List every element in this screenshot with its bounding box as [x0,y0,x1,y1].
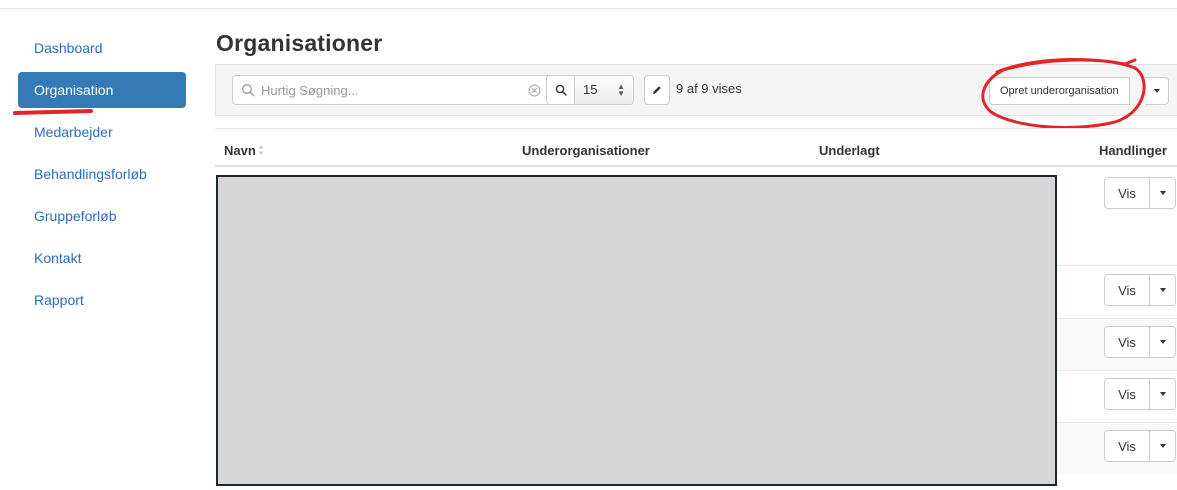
select-arrows-icon: ▲ ▼ [617,82,625,98]
sidebar-nav: Dashboard Organisation Medarbejder Behan… [18,30,186,324]
row-actions-dropdown[interactable] [1150,274,1176,306]
page-size-value: 15 [583,82,598,97]
search-icon [555,84,567,96]
row-actions-dropdown[interactable] [1150,326,1176,358]
vis-button[interactable]: Vis [1104,378,1150,410]
row-divider [1055,422,1177,423]
row-actions-dropdown[interactable] [1150,177,1176,209]
caret-down-icon [1159,191,1166,195]
sidebar-item-kontakt[interactable]: Kontakt [18,240,186,276]
edit-columns-button[interactable] [644,75,670,105]
row-actions: Vis [1104,378,1176,410]
page-title: Organisationer [216,30,383,56]
sidebar-item-gruppeforloeb[interactable]: Gruppeforløb [18,198,186,234]
redacted-table-content [216,175,1057,486]
vis-button[interactable]: Vis [1104,326,1150,358]
vis-button[interactable]: Vis [1104,430,1150,462]
search-icon [242,84,255,97]
column-header-navn[interactable]: Navn [224,143,264,158]
column-header-handlinger: Handlinger [1099,143,1167,158]
row-actions-dropdown[interactable] [1150,430,1176,462]
sidebar-item-dashboard[interactable]: Dashboard [18,30,186,66]
sort-icon [258,145,264,155]
clear-search-icon[interactable] [528,84,541,97]
top-divider [0,8,1177,9]
sidebar-item-behandlingsforloeb[interactable]: Behandlingsforløb [18,156,186,192]
caret-down-icon [1159,444,1166,448]
row-divider [1055,265,1177,266]
row-actions: Vis [1104,274,1176,306]
search-input[interactable] [259,80,519,100]
row-divider [1055,370,1177,371]
row-actions-dropdown[interactable] [1150,378,1176,410]
create-options-dropdown[interactable] [1145,77,1169,105]
caret-down-icon [1159,288,1166,292]
page-size-select[interactable]: 15 ▲ ▼ [575,76,633,104]
sidebar-item-rapport[interactable]: Rapport [18,282,186,318]
sidebar-item-medarbejder[interactable]: Medarbejder [18,114,186,150]
create-suborganisation-button[interactable]: Opret underorganisation [989,77,1130,105]
column-header-underorganisationer: Underorganisationer [522,143,650,158]
caret-down-icon [1159,392,1166,396]
column-header-underlagt: Underlagt [819,143,880,158]
row-actions: Vis [1104,326,1176,358]
row-actions: Vis [1104,177,1176,209]
table-toolbar: 15 ▲▼ 9 af 9 vises Opret underorganisati… [215,64,1177,116]
result-count: 9 af 9 vises [676,81,742,96]
vis-button[interactable]: Vis [1104,274,1150,306]
page-size-group: 15 ▲ ▼ [546,75,634,105]
caret-down-icon [1153,89,1160,93]
caret-down-icon [1159,340,1166,344]
row-actions: Vis [1104,430,1176,462]
row-divider [1055,318,1177,319]
vis-button[interactable]: Vis [1104,177,1150,209]
pencil-icon [653,86,661,94]
search-button[interactable] [547,76,575,104]
table-header: Navn Underorganisationer Underlagt Handl… [215,129,1177,167]
sidebar-item-organisation[interactable]: Organisation [18,72,186,108]
search-box [232,75,552,105]
